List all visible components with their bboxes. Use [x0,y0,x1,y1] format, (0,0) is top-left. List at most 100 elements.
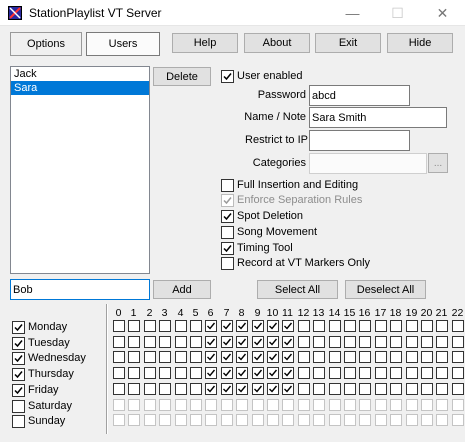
hour-cell[interactable] [329,367,341,379]
hour-cell[interactable] [236,351,248,363]
day-checkbox-wednesday[interactable]: Wednesday [12,351,86,365]
password-field[interactable]: abcd [309,85,410,106]
hour-cell[interactable] [190,336,202,348]
hour-cell[interactable] [128,383,140,395]
hour-cell[interactable] [313,336,325,348]
hour-cell[interactable] [406,367,418,379]
hour-cell[interactable] [436,320,448,332]
hour-cell[interactable] [436,336,448,348]
hour-cell[interactable] [113,320,125,332]
hour-cell[interactable] [221,383,233,395]
hour-cell[interactable] [205,320,217,332]
hour-cell[interactable] [113,367,125,379]
hour-cell[interactable] [113,383,125,395]
restrict-ip-field[interactable] [309,130,410,151]
hour-cell[interactable] [421,336,433,348]
categories-field[interactable] [309,153,427,174]
hour-cell[interactable] [329,320,341,332]
hour-cell[interactable] [390,367,402,379]
hour-cell[interactable] [113,336,125,348]
hour-cell[interactable] [175,383,187,395]
hour-cell[interactable] [159,336,171,348]
hour-cell[interactable] [267,320,279,332]
hour-cell[interactable] [282,383,294,395]
hour-cell[interactable] [313,383,325,395]
hour-cell[interactable] [252,351,264,363]
minimize-icon[interactable]: — [330,0,375,26]
hour-cell[interactable] [406,383,418,395]
hour-cell[interactable] [128,367,140,379]
hour-cell[interactable] [128,351,140,363]
hour-cell[interactable] [205,351,217,363]
hour-cell[interactable] [313,351,325,363]
hour-cell[interactable] [452,336,464,348]
hour-cell[interactable] [390,320,402,332]
hour-cell[interactable] [390,383,402,395]
hour-cell[interactable] [421,367,433,379]
hour-cell[interactable] [436,383,448,395]
new-user-input[interactable]: Bob [10,279,150,300]
hour-cell[interactable] [452,351,464,363]
hour-cell[interactable] [175,351,187,363]
hour-cell[interactable] [329,336,341,348]
day-checkbox-saturday[interactable]: Saturday [12,399,72,413]
hour-cell[interactable] [344,367,356,379]
hour-cell[interactable] [359,351,371,363]
spot-deletion-checkbox[interactable]: Spot Deletion [221,209,303,223]
hour-cell[interactable] [282,351,294,363]
hour-cell[interactable] [144,336,156,348]
hour-cell[interactable] [144,320,156,332]
hour-cell[interactable] [359,383,371,395]
hour-cell[interactable] [252,336,264,348]
hour-cell[interactable] [236,383,248,395]
hour-cell[interactable] [205,367,217,379]
help-button[interactable]: Help [172,33,238,53]
hour-cell[interactable] [375,367,387,379]
hour-cell[interactable] [159,320,171,332]
record-vt-markers-checkbox[interactable]: Record at VT Markers Only [221,256,370,270]
day-checkbox-thursday[interactable]: Thursday [12,367,74,381]
hour-cell[interactable] [221,320,233,332]
hour-cell[interactable] [190,320,202,332]
hour-cell[interactable] [390,351,402,363]
hour-cell[interactable] [390,336,402,348]
hour-cell[interactable] [436,351,448,363]
hour-cell[interactable] [421,383,433,395]
user-enabled-checkbox[interactable]: User enabled [221,69,302,83]
hour-cell[interactable] [452,320,464,332]
hour-cell[interactable] [329,351,341,363]
hour-cell[interactable] [190,383,202,395]
hour-cell[interactable] [298,320,310,332]
hour-cell[interactable] [144,383,156,395]
categories-browse-button[interactable]: ... [428,153,448,173]
hour-cell[interactable] [421,320,433,332]
hour-cell[interactable] [175,367,187,379]
hour-cell[interactable] [190,351,202,363]
hour-cell[interactable] [159,351,171,363]
hour-cell[interactable] [236,336,248,348]
hour-cell[interactable] [406,351,418,363]
hour-cell[interactable] [221,351,233,363]
hour-cell[interactable] [375,383,387,395]
hour-cell[interactable] [144,351,156,363]
hour-cell[interactable] [298,367,310,379]
hour-cell[interactable] [298,383,310,395]
about-button[interactable]: About [244,33,310,53]
hour-cell[interactable] [298,351,310,363]
hour-cell[interactable] [113,351,125,363]
song-movement-checkbox[interactable]: Song Movement [221,225,317,239]
tab-options[interactable]: Options [10,32,82,56]
day-checkbox-tuesday[interactable]: Tuesday [12,336,70,350]
hour-cell[interactable] [252,383,264,395]
add-user-button[interactable]: Add [153,280,211,299]
hour-cell[interactable] [452,383,464,395]
hour-cell[interactable] [329,383,341,395]
hour-cell[interactable] [406,320,418,332]
hour-cell[interactable] [344,351,356,363]
hour-cell[interactable] [159,383,171,395]
name-field[interactable]: Sara Smith [309,107,447,128]
hour-cell[interactable] [252,367,264,379]
hour-cell[interactable] [313,320,325,332]
hour-cell[interactable] [205,336,217,348]
close-icon[interactable]: ✕ [420,0,465,26]
